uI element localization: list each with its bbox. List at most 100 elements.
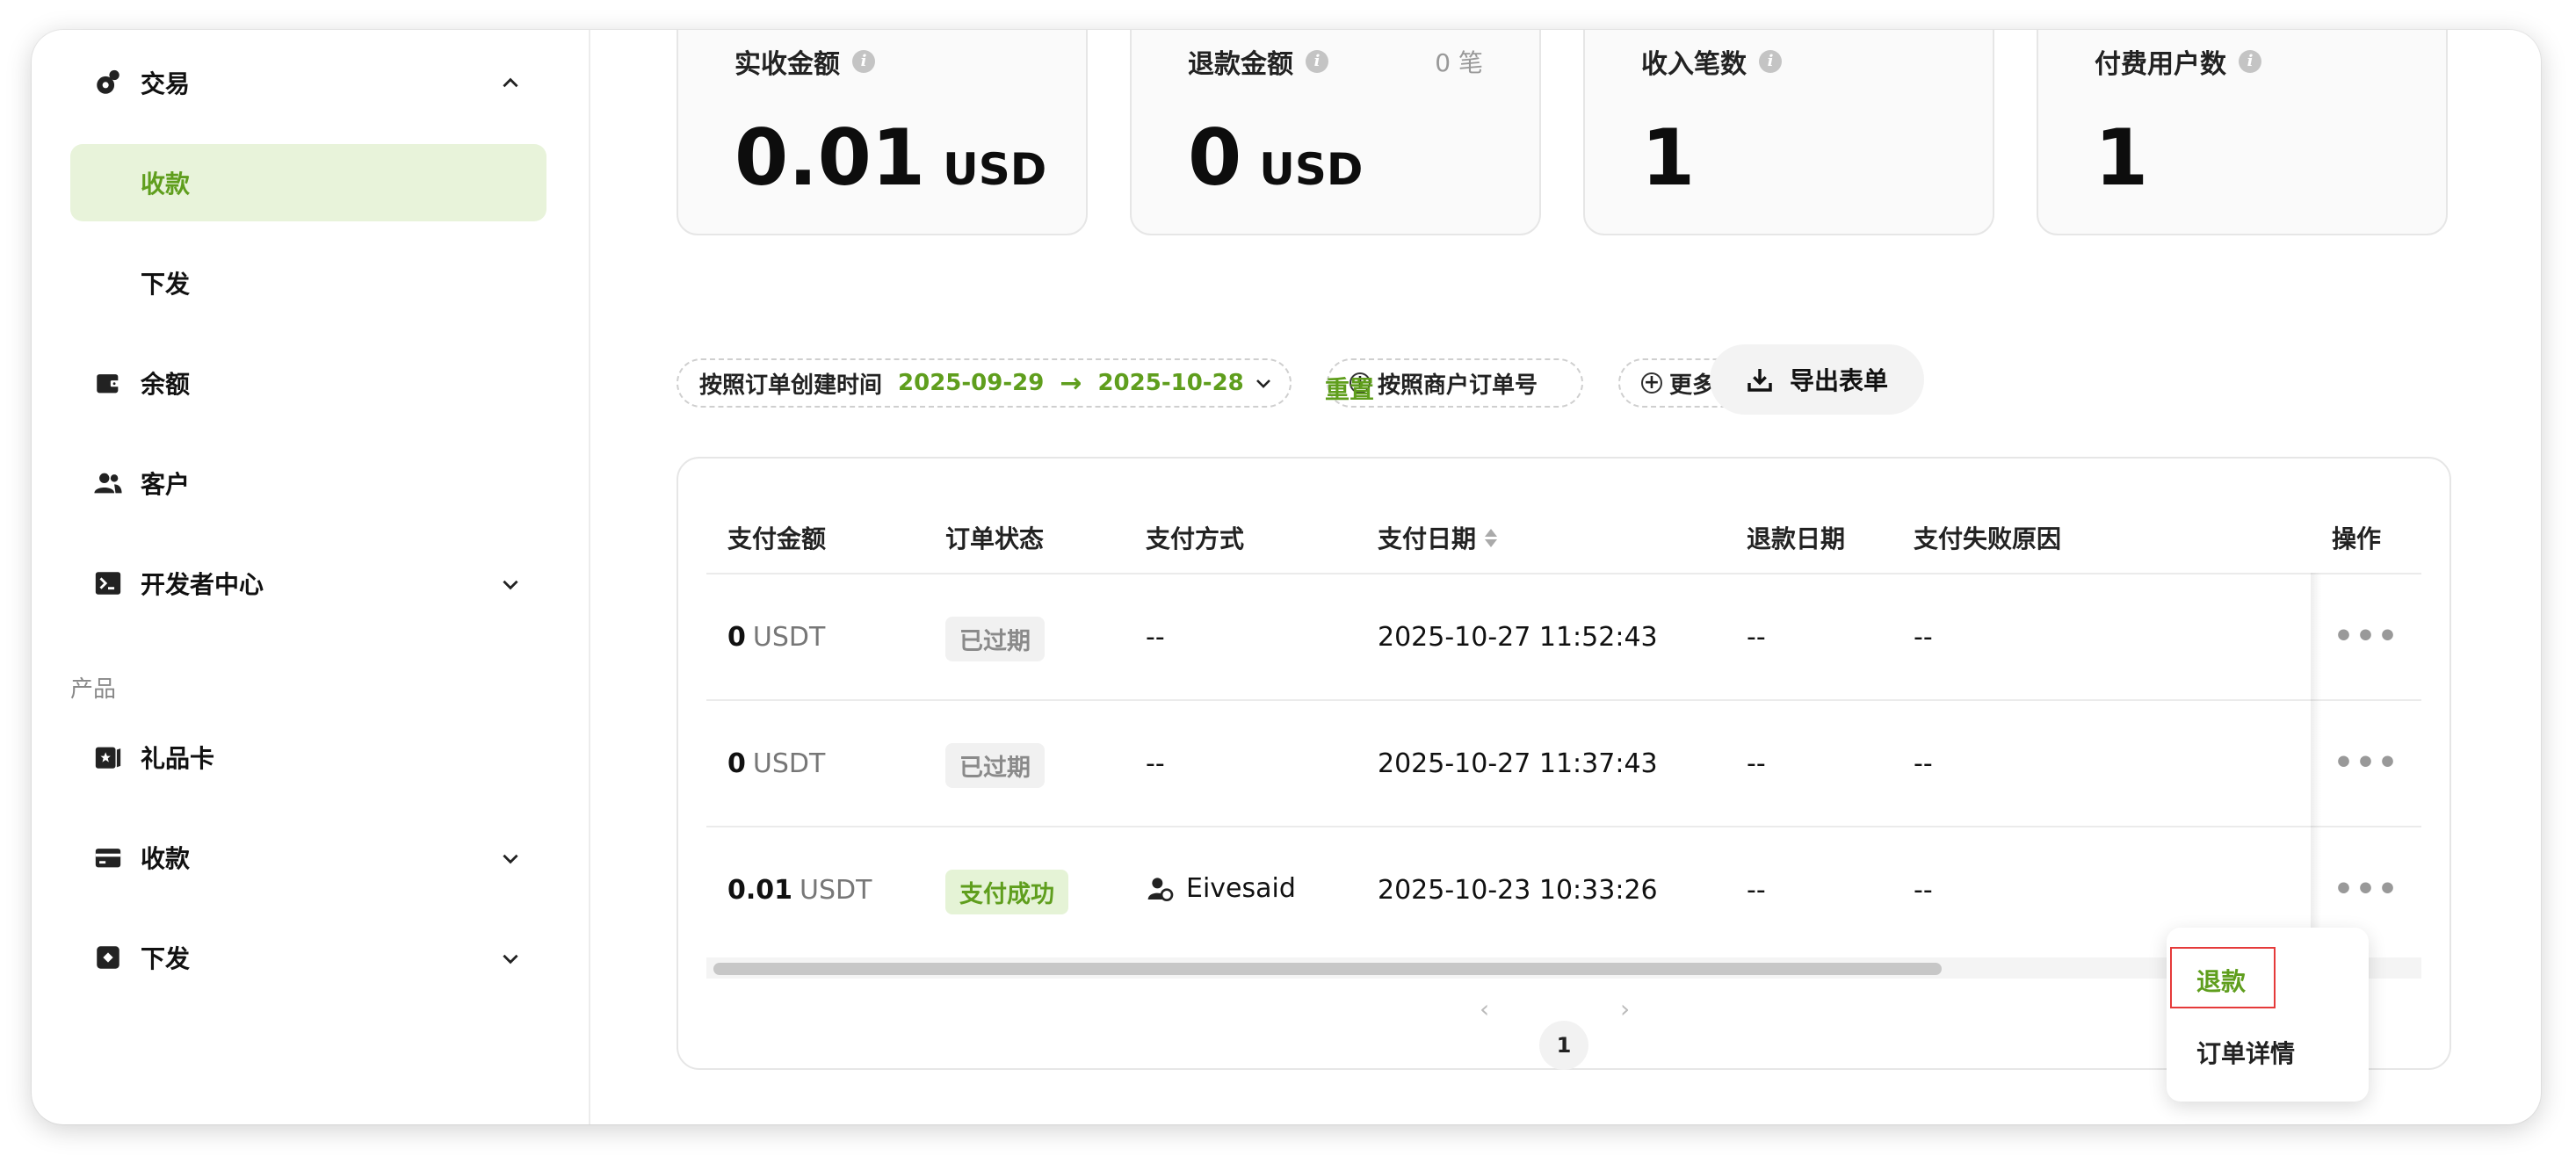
arrow-right-icon: → <box>1060 367 1082 399</box>
fail-reason-cell: -- <box>1914 622 1933 653</box>
nav-trade-label: 交易 <box>141 69 191 98</box>
nav-collection[interactable]: 收款 <box>93 831 190 884</box>
stat-label: 退款金额 <box>1188 49 1293 80</box>
column-header: 退款日期 <box>1747 524 1846 553</box>
scrollbar-thumb[interactable] <box>713 963 1942 975</box>
stat-value: 0.01 <box>734 112 926 203</box>
fail-reason-cell: -- <box>1914 748 1933 779</box>
stat-unit: USD <box>943 144 1047 195</box>
column-header: 支付日期 <box>1378 524 1477 553</box>
status-cell: 已过期 <box>945 617 1045 661</box>
download-icon <box>1747 369 1772 392</box>
amount-value: 0 <box>727 748 746 779</box>
payout-icon <box>93 943 123 972</box>
prev-page-icon[interactable]: ‹ <box>1480 994 1489 1023</box>
currency: USDT <box>800 875 872 906</box>
more-actions-icon[interactable]: ••• <box>2334 745 2399 781</box>
export-button[interactable]: 导出表单 <box>1710 344 1924 415</box>
stat-value: 1 <box>1641 112 1696 203</box>
status-badge: 已过期 <box>945 617 1045 661</box>
chevron-down-icon[interactable] <box>499 947 522 970</box>
column-header: 支付金额 <box>727 524 827 553</box>
trade-icon <box>93 68 123 98</box>
nav-balance[interactable]: 余额 <box>93 357 190 409</box>
merchant-order-label: 按照商户订单号 <box>1378 372 1538 399</box>
method-cell: -- <box>1146 748 1165 779</box>
info-icon[interactable]: i <box>1759 50 1782 73</box>
currency: USDT <box>752 622 826 653</box>
method-cell: Eivesaid <box>1146 873 1296 904</box>
chevron-down-icon[interactable] <box>499 847 522 870</box>
refund-count: 0 笔 <box>1435 48 1483 77</box>
refund-date-cell: -- <box>1747 622 1766 653</box>
fail-reason-cell: -- <box>1914 875 1933 906</box>
nav-payout-label: 下发 <box>141 944 191 973</box>
row-divider <box>706 826 2421 827</box>
credit-card-icon <box>93 842 123 872</box>
status-badge: 支付成功 <box>945 870 1068 914</box>
gift-card-icon <box>93 742 123 772</box>
refund-date-cell: -- <box>1747 875 1766 906</box>
column-header-sortable[interactable]: 支付日期 <box>1378 520 1498 555</box>
stat-label: 实收金额 <box>734 49 840 80</box>
amount-value: 0 <box>727 622 746 653</box>
chevron-down-icon <box>1253 372 1274 394</box>
wallet-icon <box>93 368 123 398</box>
status-cell: 支付成功 <box>945 870 1068 914</box>
more-actions-icon[interactable]: ••• <box>2334 618 2399 654</box>
stat-card-received: 实收金额 i 0.01 USD <box>677 30 1088 235</box>
menu-item-refund[interactable]: 退款 <box>2196 963 2246 998</box>
nav-customers-label: 客户 <box>141 470 191 499</box>
plus-circle-icon: + <box>1641 372 1662 394</box>
app-window: 交易 收款 下发 余额 客户 开发者中心 产品 礼品卡 收款 下发 实收金额 i… <box>32 30 2541 1124</box>
stat-card-income-count: 收入笔数 i 1 <box>1583 30 1994 235</box>
nav-giftcard-label: 礼品卡 <box>141 744 215 773</box>
info-icon[interactable]: i <box>852 50 875 73</box>
page-number[interactable]: 1 <box>1539 1021 1588 1070</box>
nav-developer-label: 开发者中心 <box>141 570 264 599</box>
date-end: 2025-10-28 <box>1097 370 1244 396</box>
refund-date-cell: -- <box>1747 748 1766 779</box>
next-page-icon[interactable]: › <box>1620 994 1630 1023</box>
date-range-filter[interactable]: 按照订单创建时间 2025-09-29 → 2025-10-28 <box>677 358 1292 408</box>
info-icon[interactable]: i <box>2239 50 2261 73</box>
column-header: 操作 <box>2332 524 2382 553</box>
nav-payout[interactable]: 下发 <box>93 931 190 984</box>
row-divider <box>706 699 2421 701</box>
currency: USDT <box>752 748 826 779</box>
nav-trade[interactable]: 交易 <box>93 56 190 109</box>
stat-value: 1 <box>2095 112 2149 203</box>
amount-cell: 0 USDT <box>727 622 825 653</box>
sidebar: 交易 收款 下发 余额 客户 开发者中心 产品 礼品卡 收款 下发 <box>32 30 590 1124</box>
info-icon[interactable]: i <box>1306 50 1328 73</box>
date-start: 2025-09-29 <box>898 370 1045 396</box>
paid-date-cell: 2025-10-27 11:37:43 <box>1378 748 1658 779</box>
nav-developer[interactable]: 开发者中心 <box>93 557 264 610</box>
reset-button[interactable]: 重置 <box>1325 371 1374 406</box>
sort-icon[interactable] <box>1485 528 1498 547</box>
chevron-down-icon[interactable] <box>499 573 522 596</box>
section-label-products: 产品 <box>70 676 117 703</box>
stat-card-refund: 退款金额 i 0 笔 0 USD <box>1130 30 1541 235</box>
sidebar-item-collect[interactable]: 收款 <box>141 156 190 209</box>
users-icon <box>93 468 123 498</box>
sticky-column-shadow <box>2311 573 2321 950</box>
nav-giftcard[interactable]: 礼品卡 <box>93 731 214 784</box>
menu-item-order-detail[interactable]: 订单详情 <box>2196 1035 2295 1070</box>
stat-card-paying-users: 付费用户数 i 1 <box>2037 30 2448 235</box>
nav-balance-label: 余额 <box>141 370 191 399</box>
row-actions-menu: 退款 订单详情 <box>2167 928 2369 1102</box>
chevron-up-icon[interactable] <box>499 72 522 95</box>
amount-value: 0.01 <box>727 875 793 906</box>
nav-collection-label: 收款 <box>141 844 191 873</box>
row-divider <box>706 573 2421 574</box>
sidebar-item-payout[interactable]: 下发 <box>141 256 190 309</box>
column-header: 支付方式 <box>1146 524 1245 553</box>
amount-cell: 0.01 USDT <box>727 875 872 906</box>
payer-icon <box>1146 875 1174 903</box>
status-badge: 已过期 <box>945 743 1045 788</box>
stat-label: 付费用户数 <box>2095 49 2226 80</box>
nav-customers[interactable]: 客户 <box>93 457 190 509</box>
paid-date-cell: 2025-10-23 10:33:26 <box>1378 875 1658 906</box>
more-actions-icon[interactable]: ••• <box>2334 871 2399 907</box>
